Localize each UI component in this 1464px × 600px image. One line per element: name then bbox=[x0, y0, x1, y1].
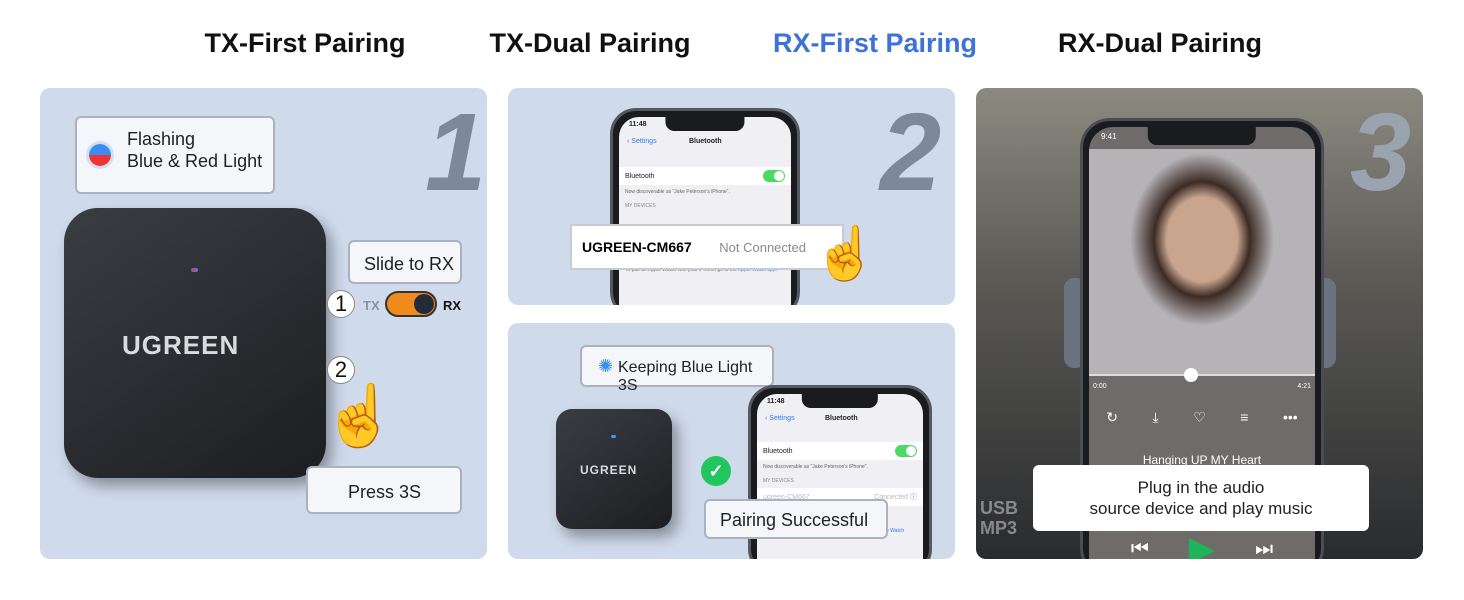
step1-panel: 1 UGREEN Flashing Blue & Red Light Slide… bbox=[40, 88, 487, 559]
receiver-device: UGREEN bbox=[64, 208, 326, 478]
playlist-icon[interactable]: ≡ bbox=[1240, 409, 1248, 426]
my-devices-header: MY DEVICES bbox=[625, 203, 656, 209]
download-icon[interactable]: ⤓ bbox=[1153, 409, 1159, 426]
device-row[interactable]: UGREEN-CM667 Not Connected bbox=[570, 224, 844, 270]
heart-icon[interactable]: ♡ bbox=[1193, 409, 1206, 426]
bt-label: Bluetooth bbox=[625, 172, 655, 180]
device-status: Not Connected bbox=[719, 239, 806, 255]
brand-logo: UGREEN bbox=[580, 463, 638, 477]
slide-callout: Slide to RX bbox=[348, 240, 462, 284]
caption-box: Plug in the audio source device and play… bbox=[1033, 465, 1369, 531]
my-devices-header: MY DEVICES bbox=[763, 478, 794, 484]
step-number: 3 bbox=[1350, 91, 1412, 214]
switch-tx-label: TX bbox=[363, 298, 380, 313]
step2-bottom-panel: UGREEN ✺ Keeping Blue Light 3S 11:48 ‹ S… bbox=[508, 323, 955, 559]
back-settings[interactable]: ‹ Settings bbox=[765, 415, 795, 422]
more-icon[interactable]: ••• bbox=[1283, 409, 1298, 426]
hand-pointer-icon: ☝ bbox=[813, 225, 878, 283]
tab-tx-dual[interactable]: TX-Dual Pairing bbox=[489, 28, 690, 59]
bluetooth-toggle[interactable] bbox=[763, 170, 785, 182]
phone: 11:48 ‹ Settings Bluetooth Bluetooth Now… bbox=[610, 108, 800, 305]
step-number: 1 bbox=[425, 91, 487, 214]
flash-line1: Flashing bbox=[127, 129, 196, 149]
album-art bbox=[1089, 149, 1315, 375]
check-icon: ✓ bbox=[701, 456, 731, 486]
keeping-callout: ✺ Keeping Blue Light 3S bbox=[580, 345, 774, 394]
led-indicator bbox=[191, 268, 198, 272]
status-time: 9:41 bbox=[1101, 132, 1117, 141]
bluetooth-toggle[interactable] bbox=[895, 445, 917, 457]
previous-icon[interactable]: ⏮ bbox=[1131, 538, 1149, 560]
tab-tx-first[interactable]: TX-First Pairing bbox=[204, 28, 405, 59]
tab-rx-first[interactable]: RX-First Pairing bbox=[773, 28, 977, 59]
back-settings[interactable]: ‹ Settings bbox=[627, 138, 657, 145]
step2-top-panel: 2 11:48 ‹ Settings Bluetooth Bluetooth N… bbox=[508, 88, 955, 305]
press-callout: Press 3S bbox=[306, 466, 462, 514]
discoverable-text: Now discoverable as "Jake Peterson's iPh… bbox=[763, 464, 868, 470]
phone-title: Bluetooth bbox=[825, 415, 858, 422]
flash-line2: Blue & Red Light bbox=[127, 151, 263, 171]
duration: 4:21 bbox=[1297, 383, 1311, 390]
elapsed-time: 0:00 bbox=[1093, 383, 1107, 390]
step3-panel: USB MP3 3 9:41 0:00 4:21 ↻ ⤓ ♡ ≡ ••• Hanging… bbox=[976, 88, 1423, 559]
switch-knob bbox=[414, 294, 434, 314]
tab-rx-dual[interactable]: RX-Dual Pairing bbox=[1058, 28, 1262, 59]
discoverable-text: Now discoverable as "Jake Peterson's iPh… bbox=[625, 189, 730, 195]
light-icon bbox=[89, 144, 111, 166]
phone-time: 11:48 bbox=[767, 398, 785, 405]
hand-pointer-icon: ☝ bbox=[322, 382, 397, 449]
play-icon[interactable]: ▶ bbox=[1189, 529, 1215, 559]
brand-logo: UGREEN bbox=[122, 330, 240, 360]
tx-rx-switch[interactable] bbox=[385, 291, 437, 317]
receiver-device: UGREEN bbox=[556, 409, 672, 529]
led-indicator bbox=[611, 435, 616, 438]
switch-rx-label: RX bbox=[443, 298, 462, 313]
success-callout: Pairing Successful bbox=[704, 499, 888, 539]
phone-time: 11:48 bbox=[629, 121, 647, 128]
marker-1: 1 bbox=[327, 290, 355, 318]
bt-label: Bluetooth bbox=[763, 447, 793, 455]
step-number: 2 bbox=[880, 91, 942, 214]
phone-title: Bluetooth bbox=[689, 138, 722, 145]
progress-knob[interactable] bbox=[1183, 368, 1198, 382]
repeat-icon[interactable]: ↻ bbox=[1106, 409, 1118, 426]
caption-line1: Plug in the audio bbox=[1137, 478, 1265, 497]
flash-callout: Flashing Blue & Red Light bbox=[75, 116, 275, 194]
device-name: UGREEN-CM667 bbox=[582, 239, 692, 255]
next-icon[interactable]: ⏭ bbox=[1255, 538, 1273, 560]
car-text: USB MP3 bbox=[980, 498, 1019, 538]
blue-light-icon: ✺ bbox=[598, 356, 614, 376]
caption-line2: source device and play music bbox=[1089, 499, 1313, 518]
progress-track[interactable] bbox=[1089, 374, 1315, 376]
